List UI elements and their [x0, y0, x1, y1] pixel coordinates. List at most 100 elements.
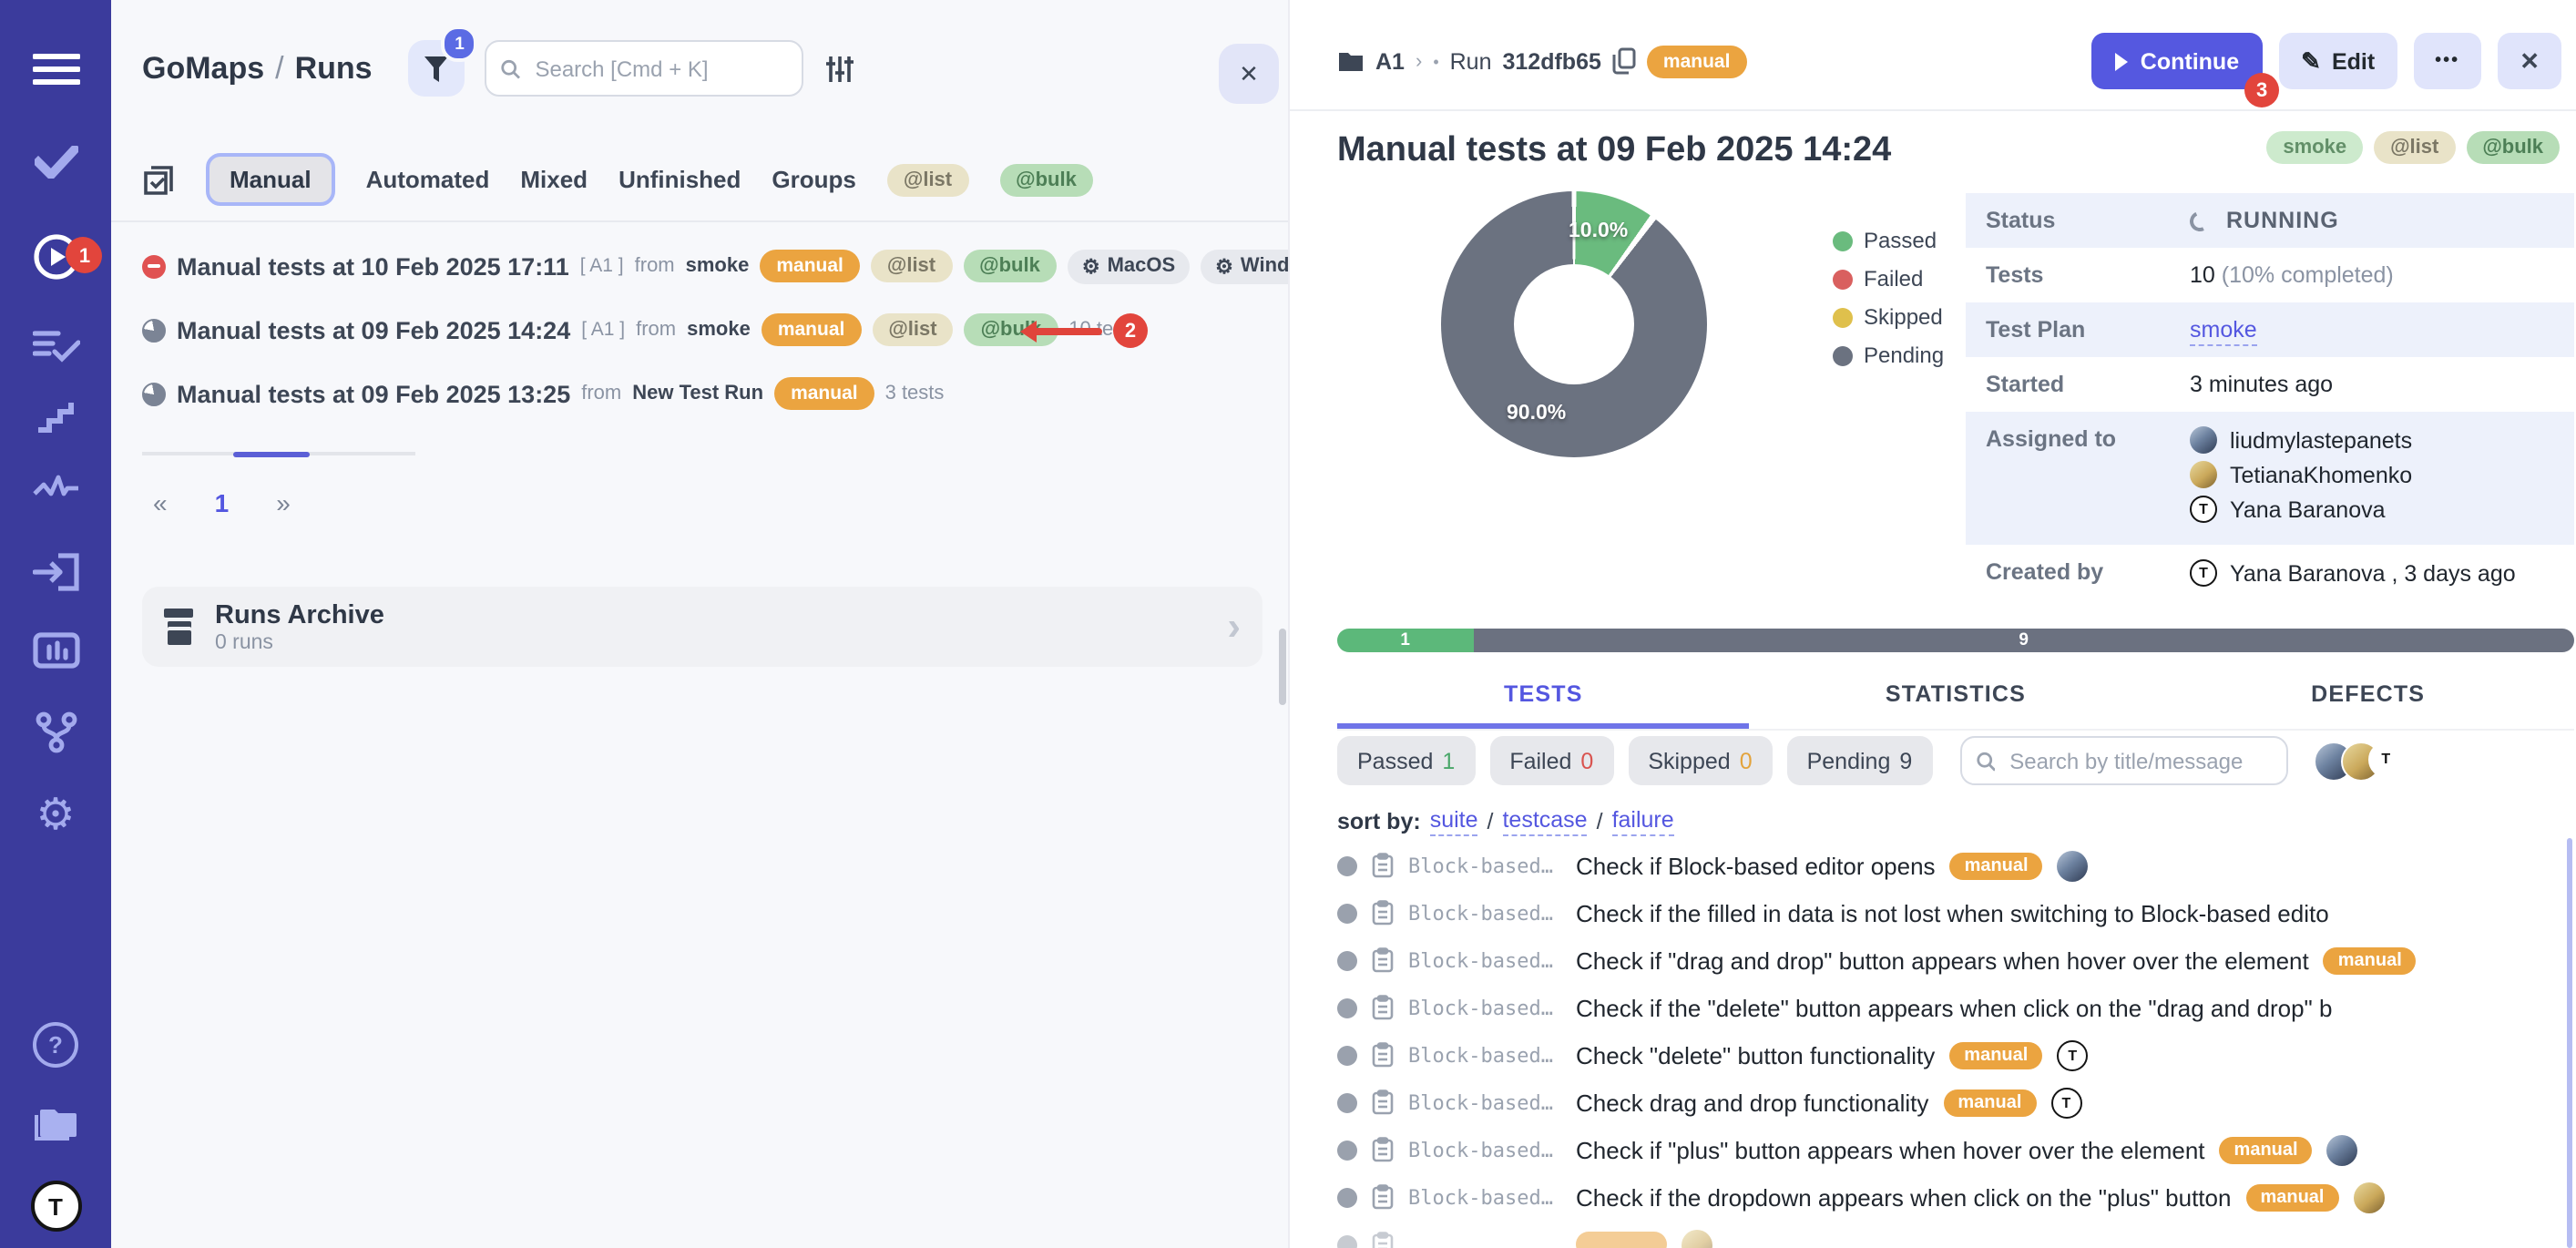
- tests-search-input[interactable]: [2006, 746, 2271, 775]
- run-detail-panel: A1 › • Run 312dfb65 manual Continue 3 Ed…: [1288, 0, 2576, 1248]
- test-row[interactable]: Block-based… Check "delete" button funct…: [1337, 1031, 2576, 1079]
- pagination-indicator: [233, 452, 310, 457]
- select-all-icon[interactable]: [142, 163, 175, 196]
- pending-status-dot: [1337, 950, 1357, 970]
- pagination-prev[interactable]: «: [153, 488, 168, 517]
- assignee[interactable]: TetianaKhomenko: [2190, 461, 2412, 488]
- test-row-partial[interactable]: [1337, 1221, 2576, 1248]
- breadcrumb-folder[interactable]: A1: [1375, 48, 1405, 74]
- tab-automated[interactable]: Automated: [366, 166, 490, 193]
- tag-smoke[interactable]: smoke: [2266, 131, 2363, 164]
- user-avatar[interactable]: T: [0, 1181, 111, 1232]
- assignee[interactable]: TYana Baranova: [2190, 496, 2412, 523]
- tests-search[interactable]: [1959, 736, 2287, 785]
- integrations-icon[interactable]: [0, 711, 111, 754]
- testcase-icon: [1372, 1184, 1394, 1210]
- display-settings-icon[interactable]: [826, 54, 855, 83]
- copy-icon[interactable]: [1612, 47, 1636, 75]
- avatar-logo: T: [2190, 559, 2217, 587]
- test-plans-icon[interactable]: [0, 328, 111, 364]
- main-sidebar: 1 T: [0, 0, 111, 1248]
- assignee-avatars-cluster[interactable]: T: [2313, 741, 2404, 781]
- suite-name: Block-based…: [1408, 1185, 1561, 1209]
- run-tag: @bulk: [963, 250, 1057, 282]
- tab-unfinished[interactable]: Unfinished: [618, 166, 741, 193]
- tab-statistics[interactable]: STATISTICS: [1750, 670, 2162, 729]
- projects-icon[interactable]: [0, 1104, 111, 1144]
- tests-list: Block-based… Check if Block-based editor…: [1337, 842, 2576, 1248]
- tab-groups[interactable]: Groups: [772, 166, 855, 193]
- test-title: Check if the dropdown appears when click…: [1576, 1183, 2231, 1211]
- filter-count: 9: [1899, 748, 1912, 773]
- sort-failure-link[interactable]: failure: [1612, 807, 1674, 836]
- tests-icon[interactable]: [0, 146, 111, 179]
- table-row: Started 3 minutes ago: [1966, 357, 2574, 412]
- test-row[interactable]: Block-based… Check if "drag and drop" bu…: [1337, 936, 2576, 984]
- testcase-icon: [1372, 1042, 1394, 1068]
- test-title: Check drag and drop functionality: [1576, 1089, 1928, 1116]
- breadcrumb: GoMaps / Runs: [142, 50, 373, 87]
- test-row[interactable]: Block-based… Check drag and drop functio…: [1337, 1079, 2576, 1126]
- project-name[interactable]: GoMaps: [142, 50, 264, 87]
- tab-defects[interactable]: DEFECTS: [2162, 670, 2574, 729]
- suite-name: Block-based…: [1408, 1043, 1561, 1067]
- filter-skipped[interactable]: Skipped0: [1628, 736, 1772, 785]
- sort-testcase-link[interactable]: testcase: [1502, 807, 1587, 836]
- test-row[interactable]: Block-based… Check if "plus" button appe…: [1337, 1126, 2576, 1173]
- filter-failed[interactable]: Failed0: [1489, 736, 1613, 785]
- run-test-count: 3 tests: [885, 383, 945, 404]
- suite-name: Block-based…: [1408, 1090, 1561, 1114]
- test-row[interactable]: Block-based… Check if the filled in data…: [1337, 889, 2576, 936]
- tag-bulk[interactable]: @bulk: [2466, 131, 2560, 164]
- search-input[interactable]: [531, 54, 787, 83]
- pending-slice-label: 90.0%: [1507, 403, 1566, 425]
- test-row[interactable]: Block-based… Check if the dropdown appea…: [1337, 1173, 2576, 1221]
- steps-icon[interactable]: [0, 397, 111, 434]
- test-plan-link[interactable]: smoke: [2190, 317, 2257, 346]
- filter-passed[interactable]: Passed1: [1337, 736, 1475, 785]
- test-row[interactable]: Block-based… Check if Block-based editor…: [1337, 842, 2576, 889]
- pending-status-dot: [1337, 903, 1357, 923]
- help-icon[interactable]: [0, 1022, 111, 1068]
- test-row[interactable]: Block-based… Check if the "delete" butto…: [1337, 984, 2576, 1031]
- tab-manual[interactable]: Manual: [206, 153, 335, 206]
- tab-mixed[interactable]: Mixed: [520, 166, 588, 193]
- tab-tests[interactable]: TESTS: [1337, 670, 1750, 729]
- run-row[interactable]: Manual tests at 10 Feb 2025 17:11 [ A1 ]…: [142, 244, 1272, 288]
- sort-suite-link[interactable]: suite: [1430, 807, 1478, 836]
- legend-label: Pending: [1864, 343, 1944, 368]
- filter-pending[interactable]: Pending9: [1787, 736, 1933, 785]
- menu-icon[interactable]: [0, 51, 111, 87]
- tag-list[interactable]: @list: [2374, 131, 2455, 164]
- assignee[interactable]: liudmylastepanets: [2190, 426, 2412, 454]
- sort-row: sort by: suite / testcase / failure: [1337, 807, 1674, 836]
- avatar-logo: T: [2367, 741, 2404, 777]
- left-panel-scrollbar[interactable]: [1279, 629, 1286, 705]
- run-row[interactable]: Manual tests at 09 Feb 2025 13:25 from N…: [142, 372, 1272, 415]
- activity-icon[interactable]: [0, 474, 111, 506]
- tests-scrollbar[interactable]: [2567, 838, 2572, 1248]
- edit-button[interactable]: Edit: [2279, 33, 2397, 89]
- sign-in-icon[interactable]: [0, 552, 111, 592]
- filter-button[interactable]: 1: [409, 40, 465, 97]
- tag-filter-list[interactable]: @list: [887, 163, 968, 196]
- more-actions-button[interactable]: [2413, 33, 2481, 89]
- reports-icon[interactable]: [0, 632, 111, 669]
- runs-archive-card[interactable]: Runs Archive 0 runs ›: [142, 587, 1262, 667]
- table-row: Created by TYana Baranova , 3 days ago: [1966, 545, 2574, 601]
- close-detail-button[interactable]: [2498, 33, 2561, 89]
- settings-icon[interactable]: [0, 794, 111, 838]
- tag-filter-bulk[interactable]: @bulk: [999, 163, 1093, 196]
- pagination-page-1[interactable]: 1: [215, 488, 230, 517]
- runs-search[interactable]: [486, 40, 804, 97]
- continue-button[interactable]: Continue 3: [2091, 33, 2263, 89]
- passed-legend-dot: [1833, 230, 1853, 251]
- pagination: « 1 »: [142, 452, 415, 517]
- pagination-next[interactable]: »: [276, 488, 291, 517]
- status-label: Status: [1986, 208, 2190, 233]
- created-value: Yana Baranova , 3 days ago: [2230, 560, 2516, 586]
- annotation-1: 1: [67, 239, 102, 273]
- test-title: Check "delete" button functionality: [1576, 1041, 1935, 1069]
- close-panel-button[interactable]: [1219, 44, 1279, 104]
- avatar: [2354, 1182, 2385, 1212]
